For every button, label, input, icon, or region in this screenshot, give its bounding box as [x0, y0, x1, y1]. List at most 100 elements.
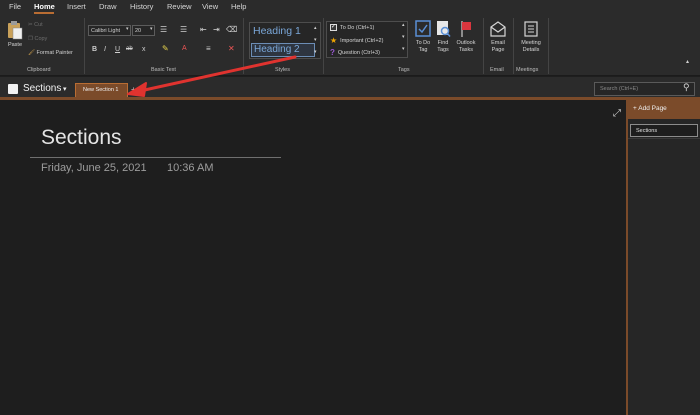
todo-tag-button[interactable]: To Do Tag	[411, 20, 435, 54]
chevron-down-icon: ▾	[150, 26, 153, 32]
envelope-icon	[490, 21, 506, 37]
checkbox-icon	[415, 20, 431, 37]
bullets-icon[interactable]: ☰	[160, 26, 167, 34]
divider	[243, 18, 244, 74]
meeting-icon	[524, 21, 538, 37]
find-tags-label: Find Tags	[437, 40, 449, 53]
flag-icon	[461, 21, 471, 37]
tab-home[interactable]: Home	[34, 2, 55, 11]
chevron-up-icon[interactable]: ▴	[402, 23, 405, 28]
expand-gallery-icon[interactable]: ▾	[402, 47, 405, 52]
chevron-down-icon[interactable]: ▾	[314, 38, 317, 43]
heading-2-style[interactable]: Heading 2	[251, 43, 315, 57]
meeting-details-button[interactable]: Meeting Details	[516, 20, 546, 54]
tags-gallery: ✓ To Do (Ctrl+1) ★ Important (Ctrl+2) ? …	[326, 21, 408, 58]
align-icon[interactable]: ≡	[206, 45, 211, 53]
tab-draw[interactable]: Draw	[99, 2, 117, 11]
title-underline	[30, 157, 281, 158]
basic-text-group-label: Basic Text	[151, 67, 176, 73]
styles-gallery: Heading 1 Heading 2	[249, 22, 321, 59]
section-tab-new-section-1[interactable]: New Section 1	[75, 83, 128, 97]
numbering-icon[interactable]: ☰	[180, 26, 187, 34]
page-date: Friday, June 25, 2021	[41, 162, 147, 174]
divider	[483, 18, 484, 74]
bold-button[interactable]: B	[92, 46, 97, 53]
decrease-indent-icon[interactable]: ⇤	[200, 26, 207, 34]
paste-label: Paste	[7, 42, 23, 48]
page-title[interactable]: Sections	[41, 126, 122, 150]
plus-icon: +	[633, 105, 637, 112]
find-tags-button[interactable]: Find Tags	[434, 20, 452, 54]
page-list-item[interactable]: Sections	[630, 124, 698, 137]
chevron-down-icon[interactable]: ▾	[402, 35, 405, 40]
add-section-button[interactable]: +	[131, 85, 136, 94]
tag-question[interactable]: ? Question (Ctrl+3)	[330, 48, 380, 57]
add-page-label: Add Page	[638, 105, 667, 112]
ribbon: Paste ✂ Cut ❐ Copy 🖌 Format Painter Clip…	[0, 14, 700, 76]
tags-group-label: Tags	[398, 67, 410, 73]
chevron-down-icon[interactable]: ▾	[63, 85, 67, 93]
tag-question-label: Question (Ctrl+3)	[337, 49, 380, 56]
divider	[548, 18, 549, 74]
star-icon: ★	[330, 36, 338, 45]
tag-important-label: Important (Ctrl+2)	[340, 37, 384, 44]
expand-gallery-icon[interactable]: ▾	[314, 50, 317, 55]
outlook-tasks-button[interactable]: Outlook Tasks	[453, 20, 479, 54]
ribbon-tab-bar: File Home Insert Draw History Review Vie…	[0, 0, 700, 14]
tab-review[interactable]: Review	[167, 2, 192, 11]
styles-group-label: Styles	[275, 67, 290, 73]
tab-view[interactable]: View	[202, 2, 218, 11]
cut-button[interactable]: ✂ Cut	[28, 22, 43, 28]
strikethrough-button[interactable]: ab	[126, 46, 133, 52]
tab-help[interactable]: Help	[231, 2, 246, 11]
notebook-icon	[8, 84, 18, 94]
tab-file[interactable]: File	[9, 2, 21, 11]
paste-icon	[8, 21, 23, 40]
divider	[513, 18, 514, 74]
chevron-down-icon: ▾	[126, 26, 129, 32]
italic-button[interactable]: I	[104, 46, 106, 53]
tag-todo[interactable]: ✓ To Do (Ctrl+1)	[330, 24, 374, 31]
font-name-value: Calibri Light	[91, 28, 121, 34]
paste-button[interactable]: Paste	[5, 20, 25, 49]
email-page-label: Email Page	[491, 40, 505, 53]
email-page-button[interactable]: Email Page	[486, 20, 510, 54]
copy-label: Copy	[34, 36, 48, 42]
highlight-icon[interactable]: ✎	[162, 45, 169, 53]
tab-insert[interactable]: Insert	[67, 2, 86, 11]
brush-icon: 🖌	[28, 50, 35, 56]
find-tags-icon	[437, 21, 451, 37]
heading-1-style[interactable]: Heading 1	[253, 25, 301, 37]
font-name-select[interactable]: Calibri Light	[88, 25, 131, 36]
email-group-label: Email	[490, 67, 504, 73]
tab-history[interactable]: History	[130, 2, 153, 11]
subscript-button[interactable]: x	[142, 46, 146, 53]
font-color-button[interactable]: A	[182, 45, 187, 52]
increase-indent-icon[interactable]: ⇥	[213, 26, 220, 34]
divider	[323, 18, 324, 74]
add-page-button[interactable]: + Add Page	[628, 100, 700, 119]
collapse-ribbon-icon[interactable]: ▴	[686, 59, 689, 65]
outlook-tasks-label: Outlook Tasks	[456, 40, 476, 53]
underline-button[interactable]: U	[115, 46, 120, 53]
expand-icon[interactable]: ⤢	[613, 108, 621, 119]
notebook-name[interactable]: Sections	[23, 83, 61, 94]
checkbox-icon: ✓	[330, 24, 337, 31]
format-painter-button[interactable]: 🖌 Format Painter	[28, 50, 73, 56]
clear-formatting-icon[interactable]: ⌫	[226, 26, 237, 34]
tag-todo-label: To Do (Ctrl+1)	[340, 24, 375, 31]
copy-button[interactable]: ❐ Copy	[28, 36, 47, 42]
search-input[interactable]: Search (Ctrl+E)	[594, 82, 695, 96]
tag-important[interactable]: ★ Important (Ctrl+2)	[330, 36, 383, 45]
copy-icon: ❐	[28, 36, 33, 42]
format-painter-label: Format Painter	[36, 50, 73, 56]
page-time: 10:36 AM	[167, 162, 214, 174]
clipboard-group-label: Clipboard	[27, 67, 51, 73]
cut-label: Cut	[34, 22, 43, 28]
search-icon[interactable]: ⚲	[683, 82, 690, 93]
divider	[84, 18, 85, 74]
question-icon: ?	[330, 48, 335, 57]
delete-formatting-icon[interactable]: ✕	[228, 45, 235, 53]
chevron-up-icon[interactable]: ▴	[314, 26, 317, 31]
pages-pane	[626, 100, 700, 415]
